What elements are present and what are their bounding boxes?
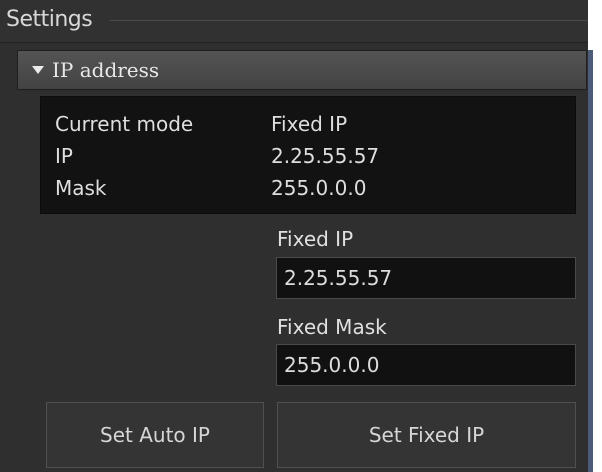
settings-title: Settings — [6, 7, 93, 32]
mask-label: Mask — [55, 176, 107, 200]
mask-value: 255.0.0.0 — [271, 176, 367, 200]
fixed-mask-input[interactable]: 255.0.0.0 — [276, 344, 576, 386]
status-row-mask: Mask 255.0.0.0 — [41, 176, 575, 204]
panel-right-accent — [588, 50, 593, 472]
status-row-current-mode: Current mode Fixed IP — [41, 112, 575, 140]
fixed-ip-input[interactable]: 2.25.55.57 — [276, 257, 576, 299]
settings-header: Settings — [0, 0, 588, 43]
fixed-ip-label: Fixed IP — [277, 227, 354, 251]
fixed-mask-value: 255.0.0.0 — [284, 353, 380, 377]
fixed-mask-label: Fixed Mask — [277, 315, 387, 339]
status-row-ip: IP 2.25.55.57 — [41, 144, 575, 172]
ip-label: IP — [55, 144, 73, 168]
triangle-down-icon — [32, 66, 44, 74]
settings-panel: Settings IP address Current mode Fixed I… — [0, 0, 588, 472]
settings-title-divider — [110, 20, 588, 21]
current-mode-label: Current mode — [55, 112, 194, 136]
set-auto-ip-button[interactable]: Set Auto IP — [46, 402, 264, 468]
ip-address-section-label: IP address — [52, 58, 160, 82]
current-mode-value: Fixed IP — [271, 112, 348, 136]
current-ip-status-box: Current mode Fixed IP IP 2.25.55.57 Mask… — [40, 96, 576, 214]
ip-value: 2.25.55.57 — [271, 144, 380, 168]
ip-address-section-header[interactable]: IP address — [17, 50, 587, 90]
set-fixed-ip-button[interactable]: Set Fixed IP — [277, 402, 576, 468]
fixed-ip-value: 2.25.55.57 — [284, 266, 393, 290]
